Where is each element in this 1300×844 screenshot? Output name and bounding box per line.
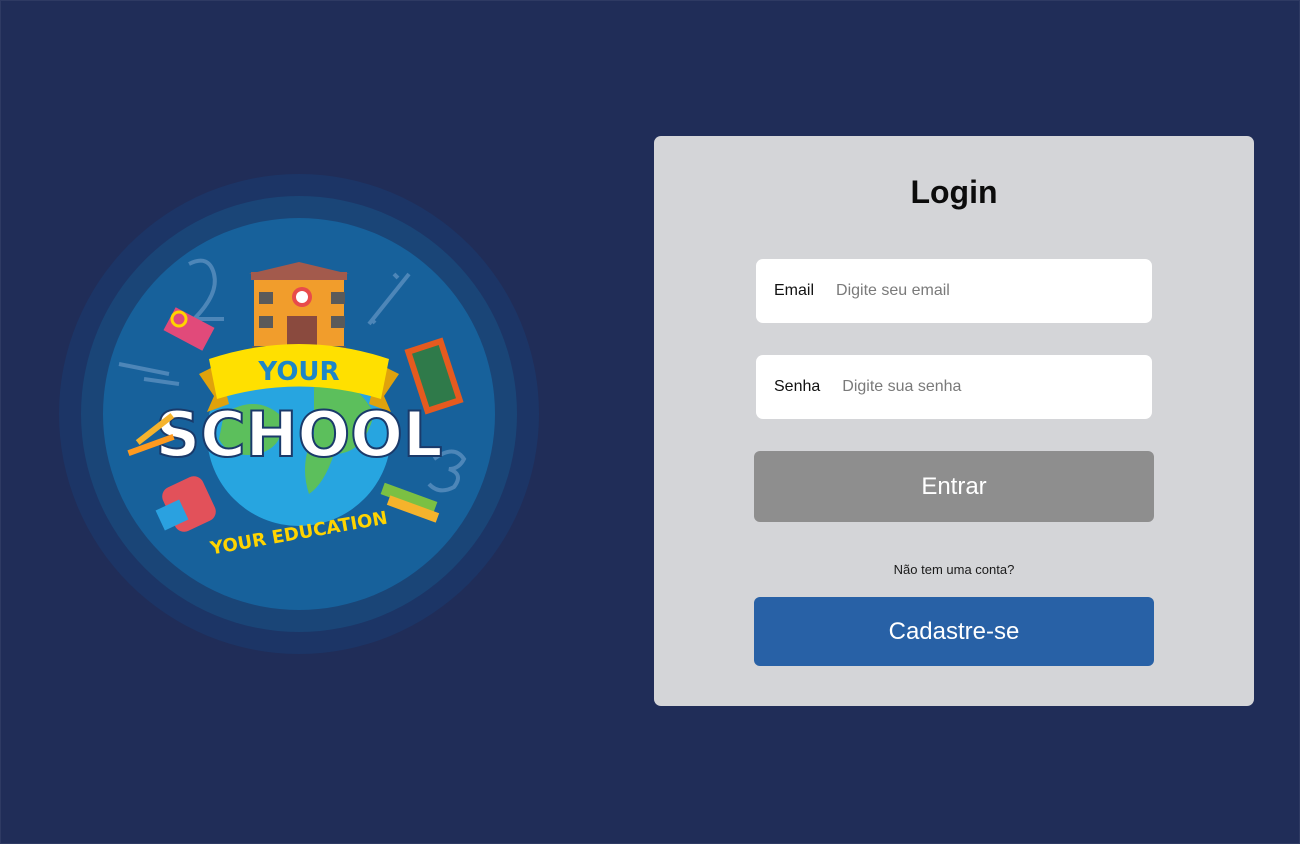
email-field[interactable]: Email: [756, 259, 1152, 323]
logo-main-text: SCHOOL: [156, 398, 443, 471]
school-building-icon: [249, 262, 349, 351]
logo-top-text: YOUR: [257, 357, 339, 387]
school-logo: YOUR SCHOOL YOUR EDUCATION: [59, 174, 539, 654]
password-field[interactable]: Senha: [756, 355, 1152, 419]
login-title: Login: [910, 174, 998, 210]
no-account-text: Não tem uma conta?: [893, 562, 1015, 577]
password-input[interactable]: [842, 378, 1152, 396]
email-input[interactable]: [836, 282, 1152, 300]
register-button[interactable]: Cadastre-se: [754, 597, 1154, 666]
password-label: Senha: [774, 378, 821, 395]
school-logo-graphic: YOUR SCHOOL YOUR EDUCATION: [59, 174, 539, 654]
email-label: Email: [774, 282, 815, 299]
login-submit-button[interactable]: Entrar: [754, 451, 1154, 522]
